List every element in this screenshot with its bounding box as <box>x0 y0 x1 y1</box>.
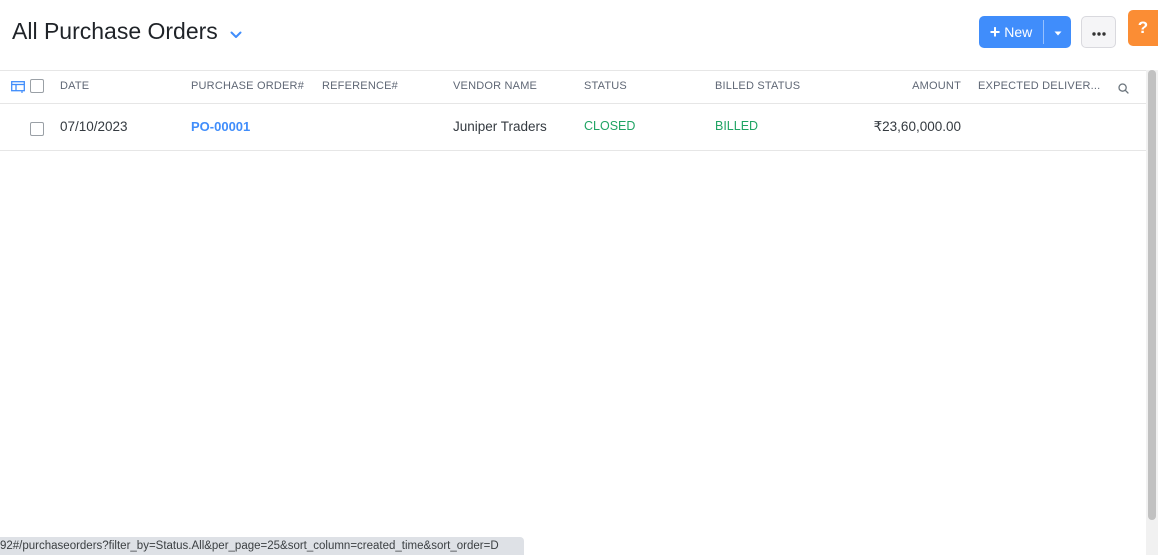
column-header-expected-delivery[interactable]: EXPECTED DELIVER... <box>978 80 1100 92</box>
column-header-billed-status[interactable]: BILLED STATUS <box>715 80 800 92</box>
column-header-purchase-order[interactable]: PURCHASE ORDER# <box>191 80 304 92</box>
new-button-group: + New <box>979 16 1071 48</box>
row-date: 07/10/2023 <box>60 119 128 134</box>
row-checkbox[interactable] <box>30 122 44 136</box>
new-dropdown-button[interactable] <box>1044 16 1071 48</box>
column-header-date[interactable]: DATE <box>60 80 89 92</box>
view-selector[interactable]: All Purchase Orders <box>12 18 242 45</box>
new-button[interactable]: + New <box>979 16 1043 48</box>
row-purchase-order-link[interactable]: PO-00001 <box>191 119 250 134</box>
help-button[interactable]: ? <box>1128 10 1158 46</box>
table-header: DATE PURCHASE ORDER# REFERENCE# VENDOR N… <box>0 70 1146 104</box>
page-title: All Purchase Orders <box>12 18 218 44</box>
column-header-vendor-name[interactable]: VENDOR NAME <box>453 80 537 92</box>
caret-down-icon <box>1054 23 1062 41</box>
row-amount: ₹23,60,000.00 <box>873 119 961 134</box>
new-button-label: New <box>1004 24 1033 40</box>
column-header-status[interactable]: STATUS <box>584 80 627 92</box>
plus-icon: + <box>989 21 1001 42</box>
row-billed-status: BILLED <box>715 119 759 133</box>
select-all-checkbox[interactable] <box>30 79 44 93</box>
ellipsis-icon <box>1091 23 1106 41</box>
search-icon[interactable] <box>1118 81 1129 99</box>
chevron-down-icon <box>230 18 242 45</box>
column-header-reference[interactable]: REFERENCE# <box>322 80 398 92</box>
help-label: ? <box>1137 18 1149 37</box>
table-row[interactable]: 07/10/2023 PO-00001 Juniper Traders CLOS… <box>0 104 1146 151</box>
column-config-icon[interactable] <box>11 80 25 98</box>
column-header-amount[interactable]: AMOUNT <box>912 80 961 92</box>
scrollbar-thumb[interactable] <box>1148 70 1156 520</box>
row-status: CLOSED <box>584 119 636 133</box>
status-url-bar: 92#/purchaseorders?filter_by=Status.All&… <box>0 537 524 555</box>
more-actions-button[interactable] <box>1081 16 1116 48</box>
purchase-orders-table: DATE PURCHASE ORDER# REFERENCE# VENDOR N… <box>0 70 1146 151</box>
row-vendor-name: Juniper Traders <box>453 119 547 134</box>
page-header: All Purchase Orders + New ? <box>0 0 1158 70</box>
